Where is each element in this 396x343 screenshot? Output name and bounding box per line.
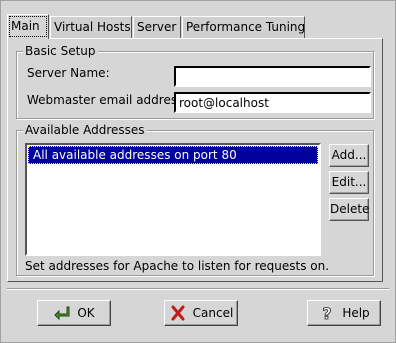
svg-text:?: ? — [323, 304, 332, 322]
cancel-button[interactable]: Cancel — [164, 300, 238, 326]
addresses-hint: Set addresses for Apache to listen for r… — [25, 259, 330, 273]
cancel-x-icon — [171, 305, 185, 321]
apache-config-window: Main Virtual Hosts Server Performance Tu… — [0, 0, 396, 343]
list-item[interactable]: All available addresses on port 80 — [28, 146, 318, 164]
addresses-list[interactable]: All available addresses on port 80 — [25, 143, 321, 256]
help-question-icon: ? — [322, 304, 332, 322]
webmaster-email-label: Webmaster email address: — [27, 93, 188, 107]
tab-virtual-hosts-label: Virtual Hosts — [54, 20, 131, 34]
basic-setup-frame: Basic Setup Server Name: Webmaster email… — [16, 43, 374, 119]
tab-main-label: Main — [11, 19, 40, 33]
cancel-button-label: Cancel — [192, 306, 234, 320]
available-addresses-frame: Available Addresses All available addres… — [16, 122, 374, 276]
ok-button-label: OK — [77, 306, 95, 320]
delete-button[interactable]: Delete — [329, 198, 369, 221]
delete-button-label: Delete — [330, 202, 370, 216]
tab-performance-tuning-label: Performance Tuning — [186, 20, 306, 34]
add-button-label: Add... — [331, 148, 367, 162]
server-name-label: Server Name: — [27, 66, 110, 80]
tab-content-main: Basic Setup Server Name: Webmaster email… — [7, 38, 383, 282]
tab-server-label: Server — [137, 20, 177, 34]
edit-button[interactable]: Edit... — [329, 171, 369, 194]
tab-virtual-hosts[interactable]: Virtual Hosts — [50, 16, 132, 38]
available-addresses-title: Available Addresses — [23, 122, 147, 138]
webmaster-email-input[interactable] — [174, 92, 371, 113]
help-button-label: Help — [342, 306, 370, 320]
tab-main[interactable]: Main — [7, 14, 49, 39]
add-button[interactable]: Add... — [329, 144, 369, 167]
server-name-input[interactable] — [174, 66, 371, 87]
edit-button-label: Edit... — [331, 175, 367, 189]
separator — [7, 288, 389, 290]
ok-arrow-icon — [54, 306, 70, 321]
basic-setup-title: Basic Setup — [23, 43, 98, 59]
ok-button[interactable]: OK — [37, 300, 111, 326]
tab-performance-tuning[interactable]: Performance Tuning — [182, 16, 305, 38]
tab-server[interactable]: Server — [133, 16, 181, 38]
help-button[interactable]: ? Help — [307, 300, 381, 326]
